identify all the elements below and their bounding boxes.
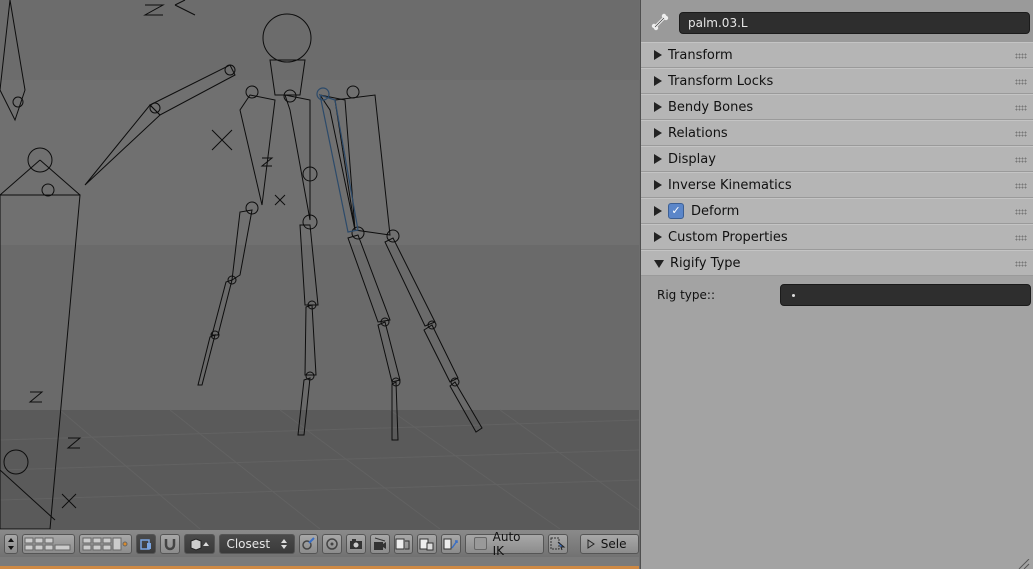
viewport-scene (0, 0, 639, 529)
section-label: Rigify Type (670, 255, 741, 271)
section-relations[interactable]: Relations (641, 120, 1033, 146)
rig-type-row: Rig type:: (641, 276, 1033, 316)
section-display[interactable]: Display (641, 146, 1033, 172)
snap-target-dropdown[interactable]: Closest (219, 533, 295, 554)
rig-type-field[interactable] (780, 284, 1031, 306)
select-button-label: Sele (600, 536, 627, 551)
3d-viewport[interactable] (0, 0, 639, 569)
area-resize-corner-icon[interactable] (1015, 559, 1031, 569)
snap-icon[interactable] (160, 533, 180, 554)
expand-triangle-icon (654, 180, 662, 190)
bone-name-header: palm.03.L (641, 0, 1033, 42)
copy-pose-icon[interactable] (393, 533, 414, 554)
expand-triangle-icon (654, 102, 662, 112)
section-label: Transform Locks (668, 73, 774, 89)
drag-grip-icon[interactable] (1015, 235, 1027, 241)
expand-triangle-icon (654, 128, 662, 138)
play-triangle-icon (587, 538, 595, 549)
snap-target-value: Closest (226, 536, 271, 551)
header-collapse-arrows-icon[interactable] (4, 533, 18, 554)
deform-checkbox-icon[interactable]: ✓ (668, 203, 684, 219)
expand-triangle-icon (654, 206, 662, 216)
timeline-strip (0, 557, 639, 569)
auto-ik-label: Auto IK (492, 529, 521, 558)
section-custom-properties[interactable]: Custom Properties (641, 224, 1033, 250)
layer-grid-icon[interactable] (21, 533, 76, 554)
section-deform[interactable]: ✓ Deform (641, 198, 1033, 224)
render-icon[interactable] (346, 533, 366, 554)
snap-element-icon[interactable] (183, 533, 216, 554)
lock-layers-icon[interactable] (136, 533, 157, 554)
paste-pose-icon[interactable] (417, 533, 438, 554)
drag-grip-icon[interactable] (1015, 105, 1027, 111)
drag-grip-icon[interactable] (1015, 183, 1027, 189)
snap-align-icon[interactable] (298, 533, 319, 554)
section-label: Deform (691, 203, 740, 219)
drag-grip-icon[interactable] (1015, 79, 1027, 85)
section-label: Relations (668, 125, 728, 141)
rig-type-label: Rig type:: (657, 288, 715, 302)
drag-grip-icon[interactable] (1015, 53, 1027, 59)
bone-properties-panel: palm.03.L Transform Transform Locks Bend… (640, 0, 1033, 569)
section-label: Custom Properties (668, 229, 788, 245)
auto-ik-checkbox-icon (473, 537, 487, 550)
collapse-triangle-icon (654, 260, 664, 268)
snap-project-icon[interactable] (322, 533, 343, 554)
section-label: Bendy Bones (668, 99, 754, 115)
drag-grip-icon[interactable] (1015, 261, 1027, 267)
bone-icon (651, 13, 669, 31)
expand-triangle-icon (654, 232, 662, 242)
drag-grip-icon[interactable] (1015, 131, 1027, 137)
expand-triangle-icon (654, 76, 662, 86)
viewport-header-toolbar: Closest Auto IK Sele (0, 529, 640, 558)
layer-grid-icon-2[interactable] (79, 533, 133, 554)
auto-ik-toggle[interactable]: Auto IK (464, 530, 545, 558)
drag-grip-icon[interactable] (1015, 209, 1027, 215)
section-inverse-kinematics[interactable]: Inverse Kinematics (641, 172, 1033, 198)
drag-grip-icon[interactable] (1015, 157, 1027, 163)
section-transform[interactable]: Transform (641, 42, 1033, 68)
flip-pose-icon[interactable] (441, 533, 461, 554)
bone-name-field[interactable]: palm.03.L (679, 12, 1030, 34)
expand-triangle-icon (654, 154, 662, 164)
section-label: Inverse Kinematics (668, 177, 792, 193)
select-button[interactable]: Sele (579, 533, 640, 554)
section-label: Transform (668, 47, 733, 63)
select-mode-icon[interactable] (548, 533, 568, 554)
camera-icon[interactable] (369, 533, 390, 554)
section-label: Display (668, 151, 716, 167)
section-rigify-type[interactable]: Rigify Type (641, 250, 1033, 276)
expand-triangle-icon (654, 50, 662, 60)
text-cursor-icon (792, 294, 795, 297)
section-bendy-bones[interactable]: Bendy Bones (641, 94, 1033, 120)
updown-arrows-icon (280, 538, 287, 549)
section-transform-locks[interactable]: Transform Locks (641, 68, 1033, 94)
